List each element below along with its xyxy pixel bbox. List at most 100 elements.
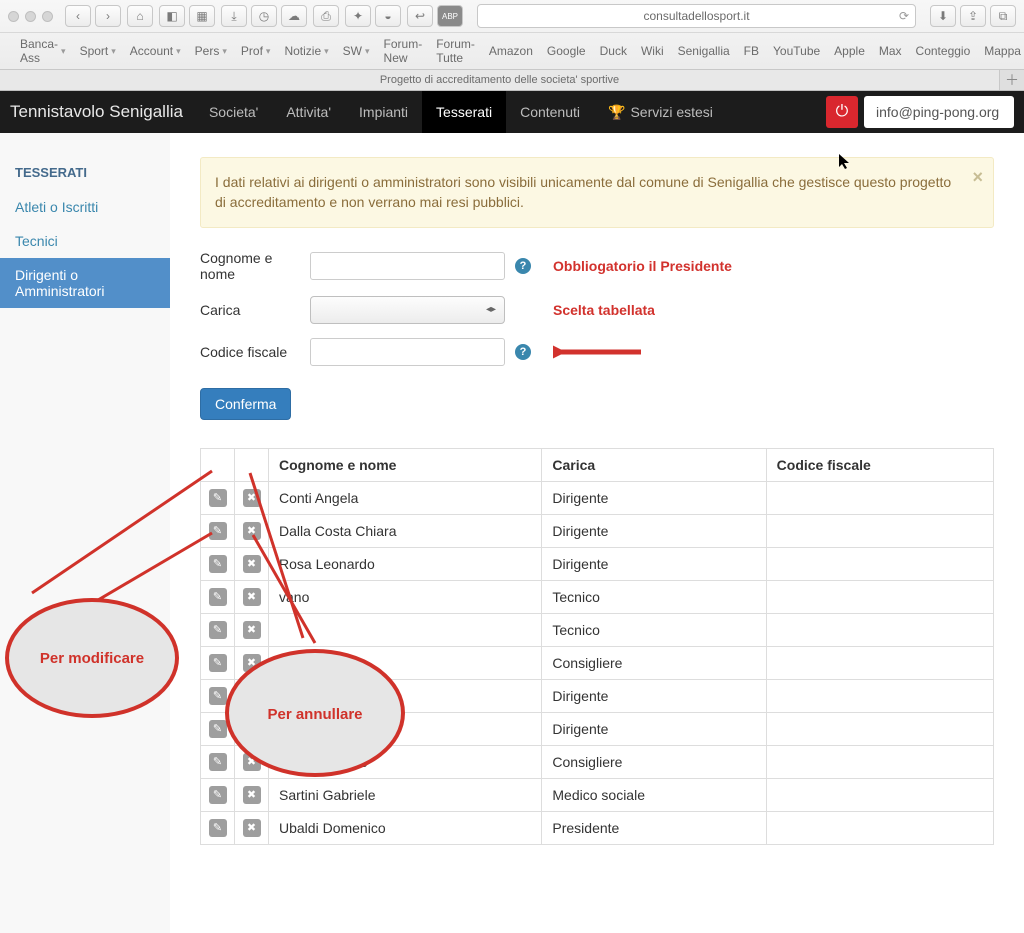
delete-icon[interactable]: ✖ — [243, 621, 261, 639]
delete-icon[interactable]: ✖ — [243, 819, 261, 837]
edit-icon[interactable]: ✎ — [209, 555, 227, 573]
sidebar-item-0[interactable]: Atleti o Iscritti — [0, 190, 170, 224]
edit-icon[interactable]: ✎ — [209, 588, 227, 606]
delete-icon[interactable]: ✖ — [243, 522, 261, 540]
annotation-name: Obbliogatorio il Presidente — [553, 258, 732, 274]
edit-icon[interactable]: ✎ — [209, 786, 227, 804]
nav-serviziestesi[interactable]: 🏆Servizi estesi — [594, 91, 727, 133]
forward-button[interactable]: › — [95, 5, 121, 27]
bookmark-banca-ass[interactable]: Banca-Ass▾ — [20, 37, 66, 65]
delete-icon[interactable]: ✖ — [243, 786, 261, 804]
bookmark-mappa[interactable]: Mappa — [984, 37, 1021, 65]
cell-role: Tecnico — [542, 580, 766, 613]
cell-role: Dirigente — [542, 547, 766, 580]
home-button[interactable]: ⌂ — [127, 5, 153, 27]
edit-icon[interactable]: ✎ — [209, 489, 227, 507]
top-sites[interactable]: ▦ — [189, 5, 215, 27]
close-window[interactable] — [8, 11, 19, 22]
minimize-window[interactable] — [25, 11, 36, 22]
bookmark-conteggio[interactable]: Conteggio — [916, 37, 971, 65]
delete-icon[interactable]: ✖ — [243, 654, 261, 672]
sidebar-item-2[interactable]: Dirigenti o Amministratori — [0, 258, 170, 308]
zoom-window[interactable] — [42, 11, 53, 22]
cell-cf — [766, 778, 993, 811]
edit-icon[interactable]: ✎ — [209, 621, 227, 639]
submit-button[interactable]: Conferma — [200, 388, 291, 420]
bookmark-duck[interactable]: Duck — [600, 37, 627, 65]
delete-icon[interactable]: ✖ — [243, 687, 261, 705]
cloud-icon[interactable]: ☁ — [281, 5, 307, 27]
bookmark-senigallia[interactable]: Senigallia — [678, 37, 730, 65]
bookmark-sw[interactable]: SW▾ — [343, 37, 370, 65]
bookmark-apple[interactable]: Apple — [834, 37, 865, 65]
delete-icon[interactable]: ✖ — [243, 753, 261, 771]
nav-impianti[interactable]: Impianti — [345, 91, 422, 133]
bookmark-amazon[interactable]: Amazon — [489, 37, 533, 65]
bookmark-max[interactable]: Max — [879, 37, 902, 65]
bookmark-pers[interactable]: Pers▾ — [195, 37, 227, 65]
delete-icon[interactable]: ✖ — [243, 555, 261, 573]
extension-icon[interactable]: ✦ — [345, 5, 371, 27]
cell-name: Dalla Costa Chiara — [269, 514, 542, 547]
cell-cf — [766, 514, 993, 547]
abp-icon[interactable]: ABP — [437, 5, 463, 27]
back-button[interactable]: ‹ — [65, 5, 91, 27]
delete-icon[interactable]: ✖ — [243, 720, 261, 738]
pocket-icon[interactable]: ◒ — [375, 5, 401, 27]
history-icon[interactable]: ◷ — [251, 5, 277, 27]
bookmark-forum-tutte[interactable]: Forum-Tutte — [436, 37, 475, 65]
select-carica[interactable]: ◂▸ — [310, 296, 505, 324]
bookmark-google[interactable]: Google — [547, 37, 586, 65]
edit-icon[interactable]: ✎ — [209, 720, 227, 738]
help-icon[interactable]: ? — [515, 344, 531, 360]
edit-icon[interactable]: ✎ — [209, 654, 227, 672]
cell-name: Sartini Gabriele — [269, 778, 542, 811]
user-email[interactable]: info@ping-pong.org — [864, 96, 1014, 128]
input-codice-fiscale[interactable] — [310, 338, 505, 366]
nav-societa[interactable]: Societa' — [195, 91, 272, 133]
col-delete — [235, 448, 269, 481]
logout-button[interactable]: ⏻ — [826, 96, 858, 128]
delete-icon[interactable]: ✖ — [243, 588, 261, 606]
table-row: ✎✖Rosa LeonardoDirigente — [201, 547, 994, 580]
label-codice-fiscale: Codice fiscale — [200, 344, 300, 360]
nav-attivita[interactable]: Attivita' — [272, 91, 345, 133]
alert-close[interactable]: × — [972, 168, 983, 186]
tabs-icon[interactable]: ⧉ — [990, 5, 1016, 27]
reply-icon[interactable]: ↩ — [407, 5, 433, 27]
table-row: ✎✖vanoTecnico — [201, 580, 994, 613]
cell-name: Mass — [269, 712, 542, 745]
share-icon[interactable]: ⇪ — [960, 5, 986, 27]
download-button[interactable]: ⬇ — [930, 5, 956, 27]
annotation-role: Scelta tabellata — [553, 302, 655, 318]
bookmark-youtube[interactable]: YouTube — [773, 37, 820, 65]
new-tab-button[interactable]: ＋ — [1000, 70, 1024, 90]
bookmark-notizie[interactable]: Notizie▾ — [284, 37, 328, 65]
bookmark-wiki[interactable]: Wiki — [641, 37, 664, 65]
cell-role: Dirigente — [542, 481, 766, 514]
bookmark-account[interactable]: Account▾ — [130, 37, 181, 65]
bookmark-fb[interactable]: FB — [744, 37, 759, 65]
browser-tab[interactable]: Progetto di accreditamento delle societa… — [0, 70, 1000, 90]
help-icon[interactable]: ? — [515, 258, 531, 274]
url-bar[interactable]: consultadellosport.it ⟳ — [477, 4, 916, 28]
brand[interactable]: Tennistavolo Senigallia — [10, 102, 183, 122]
edit-icon[interactable]: ✎ — [209, 687, 227, 705]
input-cognome-nome[interactable] — [310, 252, 505, 280]
bookmark-prof[interactable]: Prof▾ — [241, 37, 271, 65]
downloads-icon[interactable]: ⤓ — [221, 5, 247, 27]
reload-icon[interactable]: ⟳ — [899, 9, 909, 23]
sidebar-toggle[interactable]: ◧ — [159, 5, 185, 27]
cell-name — [269, 679, 542, 712]
print-icon[interactable]: ⎙ — [313, 5, 339, 27]
edit-icon[interactable]: ✎ — [209, 753, 227, 771]
nav-contenuti[interactable]: Contenuti — [506, 91, 594, 133]
sidebar-item-1[interactable]: Tecnici — [0, 224, 170, 258]
edit-icon[interactable]: ✎ — [209, 522, 227, 540]
edit-icon[interactable]: ✎ — [209, 819, 227, 837]
nav-tesserati[interactable]: Tesserati — [422, 91, 506, 133]
cell-name — [269, 646, 542, 679]
delete-icon[interactable]: ✖ — [243, 489, 261, 507]
bookmark-sport[interactable]: Sport▾ — [80, 37, 116, 65]
bookmark-forum-new[interactable]: Forum-New — [384, 37, 423, 65]
